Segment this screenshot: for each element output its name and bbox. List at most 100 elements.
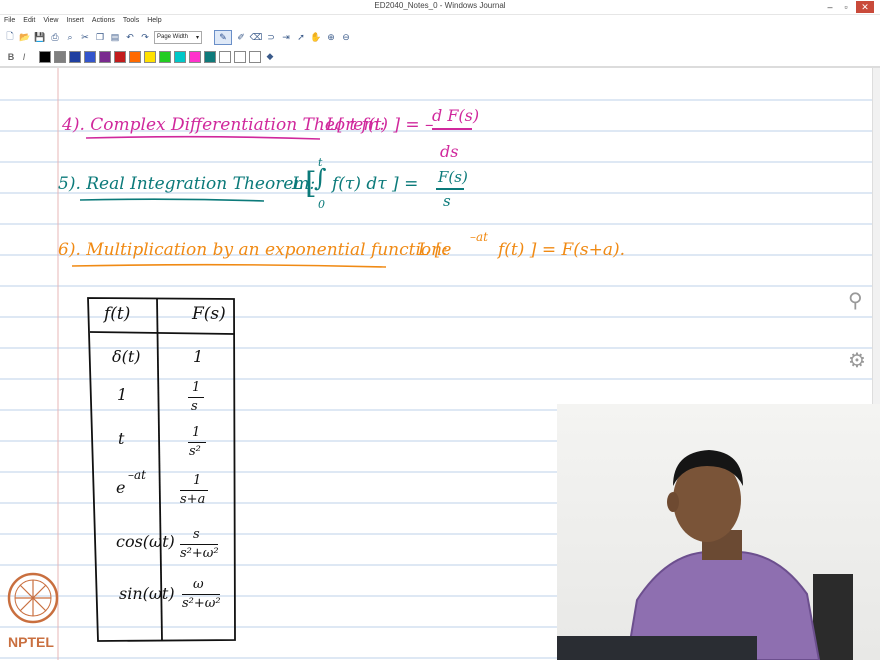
zoom-out-icon[interactable]: ⊖ xyxy=(340,31,352,43)
color-swatch-green[interactable] xyxy=(159,50,171,63)
lasso-select-icon[interactable]: ⊃ xyxy=(265,31,277,43)
color-swatch-black[interactable] xyxy=(39,50,51,63)
menu-actions[interactable]: Actions xyxy=(92,17,115,24)
color-swatch-yellow[interactable] xyxy=(144,50,156,63)
find-icon[interactable]: ⌕ xyxy=(64,31,76,43)
eraser-icon[interactable]: ⌫ xyxy=(250,31,263,43)
table-row-5-den: s²+ω² xyxy=(180,546,219,561)
color-swatch-white-2[interactable] xyxy=(234,50,246,63)
format-toolbar: B I ◆ xyxy=(0,48,880,65)
presenter-image xyxy=(557,450,853,660)
menu-view[interactable]: View xyxy=(43,17,58,24)
theorem-6-L: L [e xyxy=(418,240,452,260)
table-row-6-bar xyxy=(182,594,220,596)
theorem-4-fraction-bar xyxy=(432,128,472,130)
print-icon[interactable]: ⎙ xyxy=(49,31,61,43)
nptel-emblem-icon xyxy=(7,572,59,624)
new-note-icon[interactable]: 🗋 xyxy=(4,31,16,43)
title-bar: ED2040_Notes_0 - Windows Journal – ▫ ✕ xyxy=(0,0,880,15)
table-row-4-den: s+a xyxy=(180,492,206,507)
magnifier-icon[interactable]: ⚲ xyxy=(848,288,863,313)
menu-help[interactable]: Help xyxy=(147,17,161,24)
table-row-4-ft: e xyxy=(116,478,126,497)
paste-icon[interactable]: ▤ xyxy=(109,31,121,43)
table-row-5-bar xyxy=(180,544,218,546)
table-row-3-den: s² xyxy=(189,444,201,459)
menu-file[interactable]: File xyxy=(4,17,15,24)
color-swatch-teal[interactable] xyxy=(204,50,216,63)
redo-icon[interactable]: ↷ xyxy=(139,31,151,43)
bold-button[interactable]: B xyxy=(6,52,16,62)
theorem-4-numerator: d F(s) xyxy=(432,106,480,125)
insert-space-icon[interactable]: ⇥ xyxy=(280,31,292,43)
table-row-1-ft: δ(t) xyxy=(112,347,141,366)
pointer-icon[interactable]: ➚ xyxy=(295,31,307,43)
color-swatch-gray[interactable] xyxy=(54,50,66,63)
color-swatch-magenta[interactable] xyxy=(189,50,201,63)
chevron-down-icon: ▾ xyxy=(195,34,199,41)
table-row-1-fs: 1 xyxy=(193,347,204,366)
presenter-webcam xyxy=(557,404,880,660)
table-row-6-den: s²+ω² xyxy=(182,596,221,611)
theorem-5-L: L xyxy=(292,174,304,194)
window-title: ED2040_Notes_0 - Windows Journal xyxy=(374,1,506,10)
theorem-5-fraction-bar xyxy=(436,188,464,190)
color-swatch-cyan[interactable] xyxy=(174,50,186,63)
color-swatch-white-1[interactable] xyxy=(219,50,231,63)
table-row-2-bar xyxy=(188,397,204,399)
theorem-6-underline xyxy=(71,263,387,268)
table-row-6-ft: sin(ωt) xyxy=(119,584,175,603)
menu-tools[interactable]: Tools xyxy=(123,17,139,24)
maximize-button[interactable]: ▫ xyxy=(840,1,852,13)
settings-gear-icon[interactable]: ⚙ xyxy=(848,348,866,373)
theorem-5-formula: f(τ) dτ ] = xyxy=(332,174,419,194)
menu-edit[interactable]: Edit xyxy=(23,17,35,24)
theorem-6-label: 6). Multiplication by an exponential fun… xyxy=(58,240,448,260)
pan-hand-icon[interactable]: ✋ xyxy=(310,31,322,43)
open-icon[interactable]: 📂 xyxy=(19,31,31,43)
zoom-in-icon[interactable]: ⊕ xyxy=(325,31,337,43)
table-row-5-ft: cos(ωt) xyxy=(116,532,175,551)
table-row-2-den: s xyxy=(191,399,198,414)
theorem-5-denominator: s xyxy=(443,192,451,210)
zoom-select-value: Page Width xyxy=(157,34,189,40)
integral-sign: ∫ xyxy=(314,164,327,192)
theorem-4-denominator: ds xyxy=(440,142,459,161)
table-header-fs: F(s) xyxy=(192,304,226,324)
table-row-2-num: 1 xyxy=(192,380,201,395)
table-row-3-bar xyxy=(188,442,206,444)
theorem-6-exponent: –at xyxy=(470,230,488,244)
minimize-button[interactable]: – xyxy=(824,1,836,13)
theorem-5-underline xyxy=(79,198,265,202)
menu-bar: File Edit View Insert Actions Tools Help xyxy=(0,14,880,26)
table-row-3-ft: t xyxy=(118,429,125,448)
cut-icon[interactable]: ✂ xyxy=(79,31,91,43)
table-row-5-num: s xyxy=(193,527,200,542)
close-button[interactable]: ✕ xyxy=(856,1,874,13)
table-row-4-bar xyxy=(180,490,208,492)
undo-icon[interactable]: ↶ xyxy=(124,31,136,43)
color-swatch-orange[interactable] xyxy=(129,50,141,63)
color-swatch-purple[interactable] xyxy=(99,50,111,63)
color-swatch-dark-blue[interactable] xyxy=(69,50,81,63)
copy-icon[interactable]: ❐ xyxy=(94,31,106,43)
pen-color-icon[interactable]: ◆ xyxy=(264,51,276,63)
table-header-ft: f(t) xyxy=(104,304,131,324)
highlighter-icon[interactable]: ✐ xyxy=(235,31,247,43)
color-swatch-white-3[interactable] xyxy=(249,50,261,63)
menu-insert[interactable]: Insert xyxy=(66,17,84,24)
table-row-2-ft: 1 xyxy=(117,385,128,404)
theorem-5-label: 5). Real Integration Theorem: xyxy=(58,174,316,194)
pen-tool-icon[interactable]: ✎ xyxy=(214,29,232,45)
save-icon[interactable]: 💾 xyxy=(34,31,46,43)
theorem-4-underline xyxy=(85,135,321,140)
italic-button[interactable]: I xyxy=(19,52,29,62)
theorem-4-formula: L[ t f(t) ] = – xyxy=(326,115,434,135)
table-row-4-exponent: –at xyxy=(128,468,146,482)
zoom-select[interactable]: Page Width ▾ xyxy=(154,30,202,44)
color-swatch-red[interactable] xyxy=(114,50,126,63)
theorem-5-lower-limit: 0 xyxy=(318,198,325,211)
color-swatch-blue[interactable] xyxy=(84,50,96,63)
nptel-logo: NPTEL xyxy=(4,566,62,656)
table-row-4-num: 1 xyxy=(193,473,202,488)
